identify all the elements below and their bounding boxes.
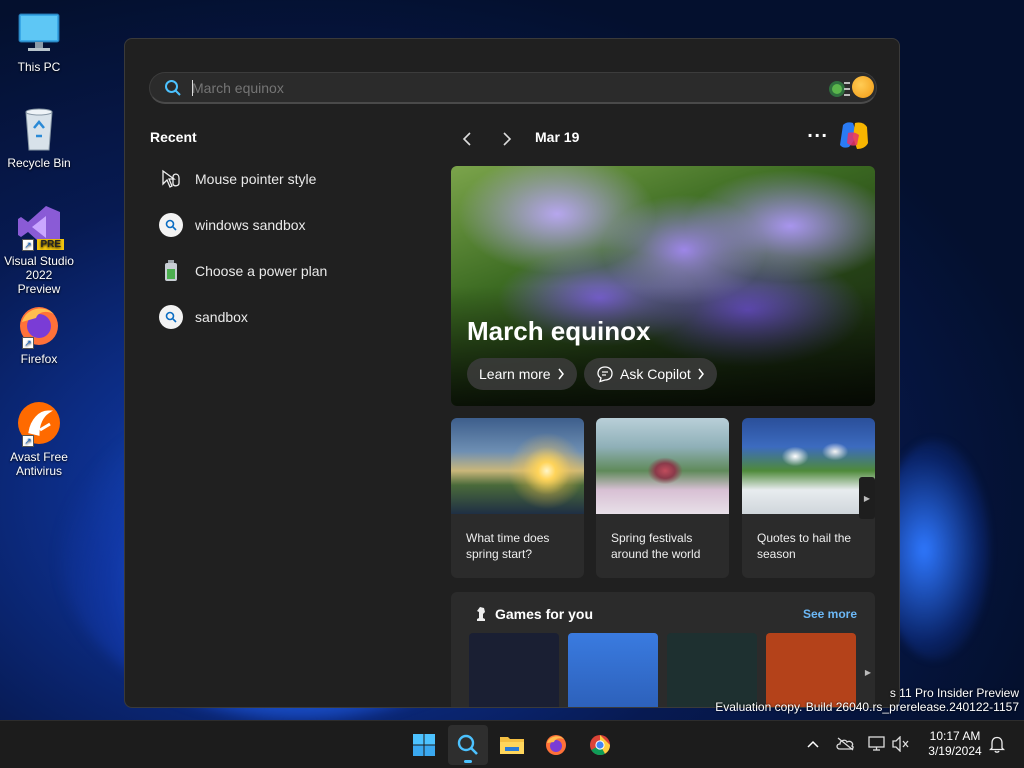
windows-logo-icon	[413, 734, 435, 756]
card-caption: Spring festivals around the world	[611, 531, 701, 561]
more-options-button[interactable]: ···	[807, 126, 828, 145]
search-flyout: Recent Mouse pointer style windows sandb…	[124, 38, 900, 708]
text-caret	[192, 80, 193, 96]
chrome-taskbar-button[interactable]	[580, 725, 620, 765]
highlight-date: Mar 19	[535, 129, 580, 145]
card-quotes-to-hail-the-season[interactable]: Quotes to hail the season	[742, 418, 875, 578]
see-more-link[interactable]: See more	[803, 607, 857, 621]
onedrive-icon[interactable]	[834, 733, 856, 755]
desktop-icon-avast[interactable]: ↗ Avast Free Antivirus	[4, 400, 74, 478]
mouse-pointer-icon	[159, 167, 183, 191]
network-icon[interactable]	[866, 733, 888, 755]
desktop-icon-recycle-bin[interactable]: Recycle Bin	[4, 106, 74, 170]
chevron-right-icon	[503, 132, 512, 146]
card-what-time-does-spring-start[interactable]: What time does spring start?	[451, 418, 584, 578]
file-explorer-button[interactable]	[492, 725, 532, 765]
search-icon	[457, 734, 478, 755]
recent-item-label: windows sandbox	[195, 217, 306, 233]
recent-item-sandbox[interactable]: sandbox	[159, 303, 409, 331]
learn-more-label: Learn more	[479, 366, 551, 382]
card-image-snowdrops	[742, 418, 875, 514]
system-clock[interactable]: 10:17 AM 3/19/2024	[918, 729, 992, 759]
visual-studio-icon: PRE ↗	[16, 204, 64, 251]
monitor-icon	[16, 10, 62, 56]
card-caption: What time does spring start?	[466, 531, 550, 561]
ask-copilot-label: Ask Copilot	[620, 366, 691, 382]
search-icon	[159, 213, 183, 237]
game-tile[interactable]	[469, 633, 559, 707]
clock-time: 10:17 AM	[929, 729, 981, 743]
next-day-button[interactable]	[497, 129, 517, 149]
search-icon	[159, 305, 183, 329]
previous-day-button[interactable]	[457, 129, 477, 149]
copilot-icon[interactable]	[837, 121, 871, 155]
clock-date: 3/19/2024	[928, 744, 982, 758]
card-spring-festivals-around-the-world[interactable]: Spring festivals around the world	[596, 418, 729, 578]
desktop-icon-label: Avast Free Antivirus	[10, 450, 68, 478]
build-watermark: s 11 Pro Insider Preview Evaluation copy…	[715, 686, 1019, 714]
desktop-icon-label: Recycle Bin	[7, 156, 71, 170]
search-icon	[164, 79, 182, 101]
desktop-icon-this-pc[interactable]: This PC	[4, 10, 74, 74]
volume-muted-icon[interactable]	[890, 733, 912, 755]
games-heading: Games for you	[495, 606, 594, 622]
card-caption: Quotes to hail the season	[757, 531, 852, 561]
cards-scroll-right-button[interactable]: ▶	[859, 477, 875, 519]
card-image-festival	[596, 418, 729, 514]
recent-item-choose-a-power-plan[interactable]: Choose a power plan	[159, 257, 409, 285]
account-avatar[interactable]	[852, 76, 874, 98]
avast-icon: ↗	[16, 400, 62, 447]
desktop-icon-label: Firefox	[20, 352, 58, 366]
ask-copilot-button[interactable]: Ask Copilot	[584, 358, 717, 390]
learn-more-button[interactable]: Learn more	[467, 358, 577, 390]
taskbar: 10:17 AM 3/19/2024	[0, 720, 1024, 768]
folder-icon	[500, 737, 524, 754]
chess-knight-icon	[473, 606, 489, 626]
shortcut-arrow-icon: ↗	[22, 239, 34, 251]
recent-item-windows-sandbox[interactable]: windows sandbox	[159, 211, 409, 239]
recent-item-label: sandbox	[195, 309, 248, 325]
recent-item-mouse-pointer-style[interactable]: Mouse pointer style	[159, 165, 409, 193]
shortcut-arrow-icon: ↗	[22, 435, 34, 447]
chevron-right-icon	[558, 368, 564, 380]
games-scroll-right-button[interactable]: ▶	[865, 668, 871, 677]
hero-card-march-equinox[interactable]: March equinox Learn more Ask Copilot	[451, 166, 875, 406]
chevron-up-icon	[807, 740, 819, 748]
recent-item-label: Choose a power plan	[195, 263, 328, 279]
search-input[interactable]	[192, 77, 792, 99]
battery-icon	[159, 259, 183, 283]
firefox-icon: ↗	[16, 302, 62, 349]
start-button[interactable]	[404, 725, 444, 765]
recent-heading: Recent	[150, 129, 197, 145]
recycle-bin-icon	[16, 106, 62, 152]
desktop-icon-label: This PC	[17, 60, 61, 74]
preview-badge: PRE	[37, 239, 64, 250]
game-tile[interactable]	[568, 633, 658, 707]
recent-item-label: Mouse pointer style	[195, 171, 317, 187]
hero-title: March equinox	[467, 316, 651, 346]
chrome-icon	[590, 735, 611, 756]
watermark-line-1: s 11 Pro Insider Preview	[889, 686, 1019, 700]
desktop-icon-label: Visual Studio 2022 Preview	[4, 254, 74, 296]
shortcut-arrow-icon: ↗	[22, 337, 34, 349]
card-image-sunrise	[451, 418, 584, 514]
firefox-icon	[546, 735, 566, 755]
search-taskbar-button[interactable]	[448, 725, 488, 765]
show-hidden-icons-button[interactable]	[802, 733, 824, 755]
desktop-icon-visual-studio[interactable]: PRE ↗ Visual Studio 2022 Preview	[4, 204, 74, 296]
rewards-icon[interactable]	[828, 77, 852, 105]
watermark-line-2: Evaluation copy. Build 26040.rs_prerelea…	[715, 700, 1019, 714]
chevron-left-icon	[462, 132, 471, 146]
chat-bubble-icon	[597, 366, 613, 383]
chevron-right-icon	[698, 368, 704, 380]
notifications-bell-icon[interactable]	[986, 733, 1008, 755]
desktop-icon-firefox[interactable]: ↗ Firefox	[4, 302, 74, 366]
search-box[interactable]	[149, 72, 877, 104]
firefox-taskbar-button[interactable]	[536, 725, 576, 765]
